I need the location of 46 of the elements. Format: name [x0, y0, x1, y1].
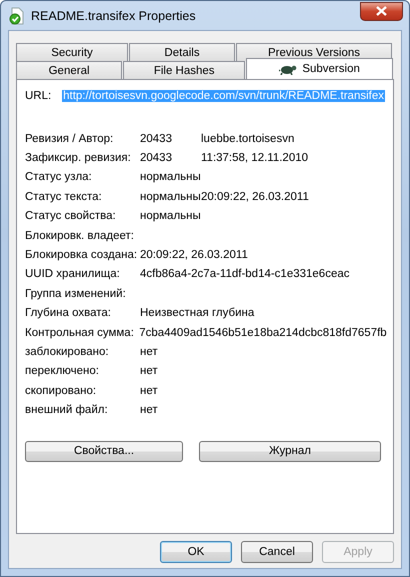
field-value: нормальны	[140, 210, 201, 222]
close-icon	[376, 6, 387, 16]
field-label: Группа изменений:	[25, 288, 127, 300]
field-label: Ревизия / Автор:	[25, 132, 114, 145]
field-value: 20433	[140, 132, 173, 145]
field-label: переключено:	[25, 365, 100, 378]
field-label: Зафиксир. ревизия:	[25, 152, 132, 164]
field-label: Статус узла:	[25, 171, 93, 184]
field-value: 20433	[140, 152, 173, 164]
document-check-icon	[9, 6, 25, 24]
tab[interactable]: Security	[16, 43, 128, 61]
field-label: Контрольная сумма:	[25, 326, 135, 339]
action-button[interactable]: Свойства...	[25, 440, 183, 462]
field-value: нет	[140, 384, 159, 397]
field-value: нормальны	[140, 171, 201, 184]
field-label: скопировано:	[25, 384, 98, 397]
field-value: нет	[140, 346, 159, 358]
field-value: нормальны	[140, 190, 201, 203]
field-label: Статус текста:	[25, 190, 103, 203]
field-value: нет	[140, 365, 159, 378]
close-button[interactable]	[360, 2, 403, 20]
field-label: заблокировано:	[25, 346, 110, 358]
url-label: URL:	[25, 90, 52, 102]
window-title: README.transifex Properties	[31, 8, 197, 22]
tab[interactable]: File Hashes	[123, 61, 246, 79]
field-value: 7cba4409ad1546b51e18ba214dcbc818fd7657fb	[139, 326, 385, 339]
turtle-icon	[279, 64, 298, 74]
field-label: внешний файл:	[25, 404, 109, 416]
field-value: 20:09:22, 26.03.2011	[140, 249, 248, 262]
field-value: Неизвестная глубина	[140, 307, 254, 320]
action-button[interactable]: Журнал	[199, 440, 381, 462]
field-value: luebbe.tortoisesvn	[201, 132, 294, 145]
field-value: 4cfb86a4-2c7a-11df-bd14-c1e331e6ceac	[140, 268, 350, 280]
field-value: нет	[140, 404, 159, 416]
field-value: 11:37:58, 12.11.2010	[201, 152, 308, 164]
dialog-button[interactable]: OK	[160, 541, 232, 563]
field-value: 20:09:22, 26.03.2011	[201, 190, 309, 203]
field-label: Блокировк. владеет:	[25, 230, 135, 242]
field-label: UUID хранилища:	[25, 268, 121, 280]
tab[interactable]: Subversion	[246, 58, 394, 79]
field-label: Блокировка создана:	[25, 249, 138, 262]
tab[interactable]: General	[16, 61, 122, 79]
field-label: Глубина охвата:	[25, 307, 112, 320]
field-label: Статус свойства:	[25, 210, 117, 222]
tab[interactable]: Details	[129, 43, 235, 61]
dialog-button[interactable]: Cancel	[241, 541, 313, 563]
